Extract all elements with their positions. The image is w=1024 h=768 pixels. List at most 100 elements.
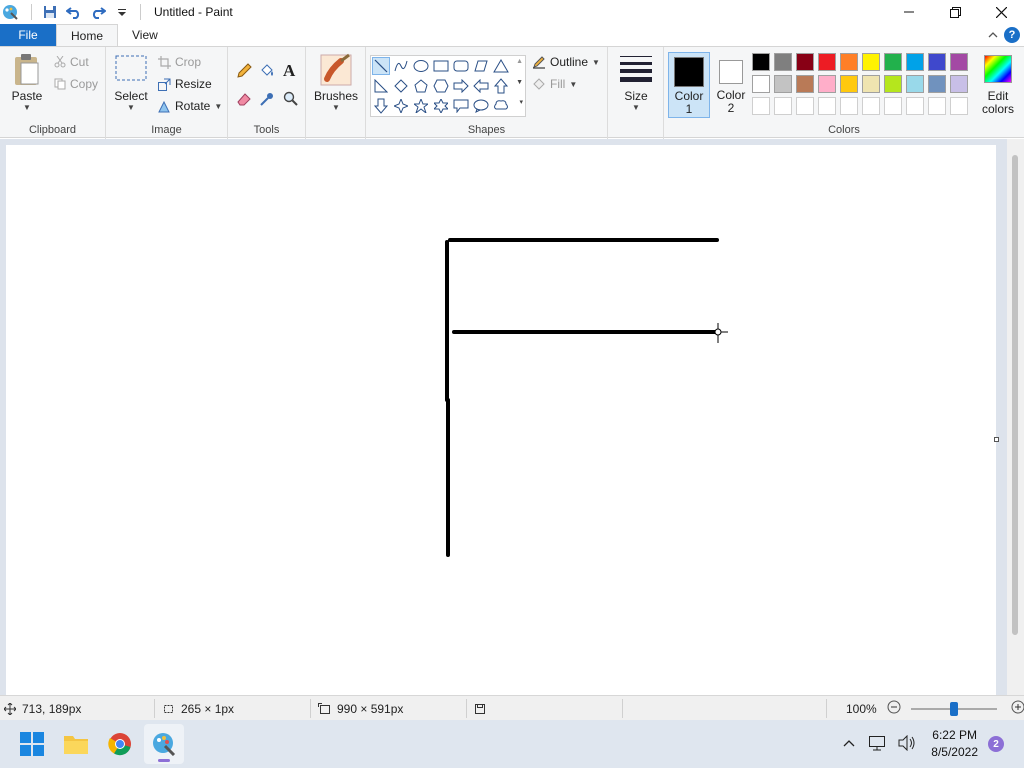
copy-button[interactable]: Copy bbox=[54, 77, 98, 91]
color2-button[interactable]: Color 2 bbox=[714, 52, 748, 118]
oval-callout-icon[interactable] bbox=[472, 97, 490, 115]
chrome-button[interactable] bbox=[100, 724, 140, 764]
palette-swatch[interactable] bbox=[774, 53, 792, 71]
palette-swatch[interactable] bbox=[818, 53, 836, 71]
network-icon[interactable] bbox=[868, 735, 886, 754]
resize-button[interactable]: Resize bbox=[158, 77, 212, 91]
palette-swatch[interactable] bbox=[906, 53, 924, 71]
palette-swatch[interactable] bbox=[840, 53, 858, 71]
down-arrow-icon[interactable] bbox=[372, 97, 390, 115]
palette-swatch[interactable] bbox=[752, 97, 770, 115]
palette-swatch[interactable] bbox=[862, 97, 880, 115]
select-button[interactable]: Select ▼ bbox=[114, 55, 148, 112]
crop-button[interactable]: Crop bbox=[158, 55, 201, 69]
paste-button[interactable]: Paste ▼ bbox=[8, 53, 46, 112]
shapes-expand-icon[interactable]: ▾ bbox=[519, 98, 523, 106]
zoom-thumb[interactable] bbox=[949, 701, 958, 716]
triangle-icon[interactable] bbox=[492, 57, 510, 75]
start-button[interactable] bbox=[12, 724, 52, 764]
palette-swatch[interactable] bbox=[796, 97, 814, 115]
palette-swatch[interactable] bbox=[840, 75, 858, 93]
palette-swatch[interactable] bbox=[862, 75, 880, 93]
palette-swatch[interactable] bbox=[928, 53, 946, 71]
save-icon[interactable] bbox=[41, 3, 59, 21]
drawing-canvas[interactable] bbox=[6, 145, 996, 695]
color1-button[interactable]: Color 1 bbox=[668, 52, 710, 118]
tab-home[interactable]: Home bbox=[56, 24, 119, 46]
text-tool-icon[interactable]: A bbox=[283, 61, 295, 81]
undo-icon[interactable] bbox=[65, 3, 83, 21]
chevron-up-icon[interactable] bbox=[842, 737, 856, 751]
minimize-button[interactable] bbox=[886, 0, 932, 24]
palette-swatch[interactable] bbox=[818, 75, 836, 93]
cloud-callout-icon[interactable] bbox=[492, 97, 510, 115]
volume-icon[interactable] bbox=[898, 734, 916, 754]
shapes-scroll-down-icon[interactable]: ▼ bbox=[516, 79, 523, 86]
palette-swatch[interactable] bbox=[906, 75, 924, 93]
fill-bucket-icon[interactable] bbox=[259, 63, 275, 82]
paint-taskbar-button[interactable] bbox=[144, 724, 184, 764]
vertical-scrollbar[interactable] bbox=[1007, 139, 1024, 695]
four-point-star-icon[interactable] bbox=[392, 97, 410, 115]
palette-swatch[interactable] bbox=[884, 53, 902, 71]
palette-swatch[interactable] bbox=[862, 53, 880, 71]
rounded-rectangle-icon[interactable] bbox=[452, 57, 470, 75]
canvas-resize-handle[interactable] bbox=[994, 437, 999, 442]
fill-button[interactable]: Fill ▼ bbox=[532, 77, 577, 91]
polygon-icon[interactable] bbox=[472, 57, 490, 75]
palette-swatch[interactable] bbox=[840, 97, 858, 115]
magnifier-icon[interactable] bbox=[283, 91, 299, 110]
paint-app-icon[interactable] bbox=[2, 4, 18, 20]
palette-swatch[interactable] bbox=[884, 97, 902, 115]
collapse-ribbon-icon[interactable] bbox=[988, 28, 998, 42]
color-picker-icon[interactable] bbox=[259, 91, 275, 110]
restore-button[interactable] bbox=[932, 0, 978, 24]
customize-quick-access-icon[interactable] bbox=[113, 3, 131, 21]
palette-swatch[interactable] bbox=[774, 97, 792, 115]
outline-button[interactable]: Outline ▼ bbox=[532, 55, 600, 69]
pencil-icon[interactable] bbox=[236, 63, 252, 82]
rectangle-callout-icon[interactable] bbox=[452, 97, 470, 115]
cut-button[interactable]: Cut bbox=[54, 55, 89, 69]
palette-swatch[interactable] bbox=[928, 75, 946, 93]
palette-swatch[interactable] bbox=[796, 53, 814, 71]
left-arrow-icon[interactable] bbox=[472, 77, 490, 95]
tab-view[interactable]: View bbox=[118, 24, 172, 46]
rectangle-icon[interactable] bbox=[432, 57, 450, 75]
palette-swatch[interactable] bbox=[752, 75, 770, 93]
edit-colors-button[interactable]: Edit colors bbox=[976, 52, 1020, 118]
curve-icon[interactable] bbox=[392, 57, 410, 75]
palette-swatch[interactable] bbox=[950, 97, 968, 115]
right-triangle-icon[interactable] bbox=[372, 77, 390, 95]
hexagon-icon[interactable] bbox=[432, 77, 450, 95]
close-button[interactable] bbox=[978, 0, 1024, 24]
palette-swatch[interactable] bbox=[752, 53, 770, 71]
zoom-in-icon[interactable] bbox=[1011, 700, 1024, 717]
pentagon-icon[interactable] bbox=[412, 77, 430, 95]
tab-file[interactable]: File bbox=[0, 24, 56, 46]
palette-swatch[interactable] bbox=[796, 75, 814, 93]
six-point-star-icon[interactable] bbox=[432, 97, 450, 115]
eraser-icon[interactable] bbox=[236, 91, 252, 110]
size-button[interactable]: Size ▼ bbox=[618, 55, 654, 112]
zoom-slider[interactable] bbox=[910, 701, 997, 716]
file-explorer-button[interactable] bbox=[56, 724, 96, 764]
shapes-scroll-up-icon[interactable]: ▲ bbox=[516, 58, 523, 65]
palette-swatch[interactable] bbox=[818, 97, 836, 115]
palette-swatch[interactable] bbox=[906, 97, 924, 115]
palette-swatch[interactable] bbox=[774, 75, 792, 93]
right-arrow-icon[interactable] bbox=[452, 77, 470, 95]
rotate-button[interactable]: Rotate ▼ bbox=[158, 99, 222, 113]
palette-swatch[interactable] bbox=[884, 75, 902, 93]
palette-swatch[interactable] bbox=[928, 97, 946, 115]
redo-icon[interactable] bbox=[89, 3, 107, 21]
five-point-star-icon[interactable] bbox=[412, 97, 430, 115]
palette-swatch[interactable] bbox=[950, 75, 968, 93]
brushes-button[interactable]: Brushes ▼ bbox=[314, 53, 358, 112]
notification-badge[interactable]: 2 bbox=[988, 736, 1004, 752]
scrollbar-thumb[interactable] bbox=[1012, 155, 1018, 635]
palette-swatch[interactable] bbox=[950, 53, 968, 71]
up-arrow-icon[interactable] bbox=[492, 77, 510, 95]
diamond-icon[interactable] bbox=[392, 77, 410, 95]
zoom-out-icon[interactable] bbox=[887, 700, 901, 717]
